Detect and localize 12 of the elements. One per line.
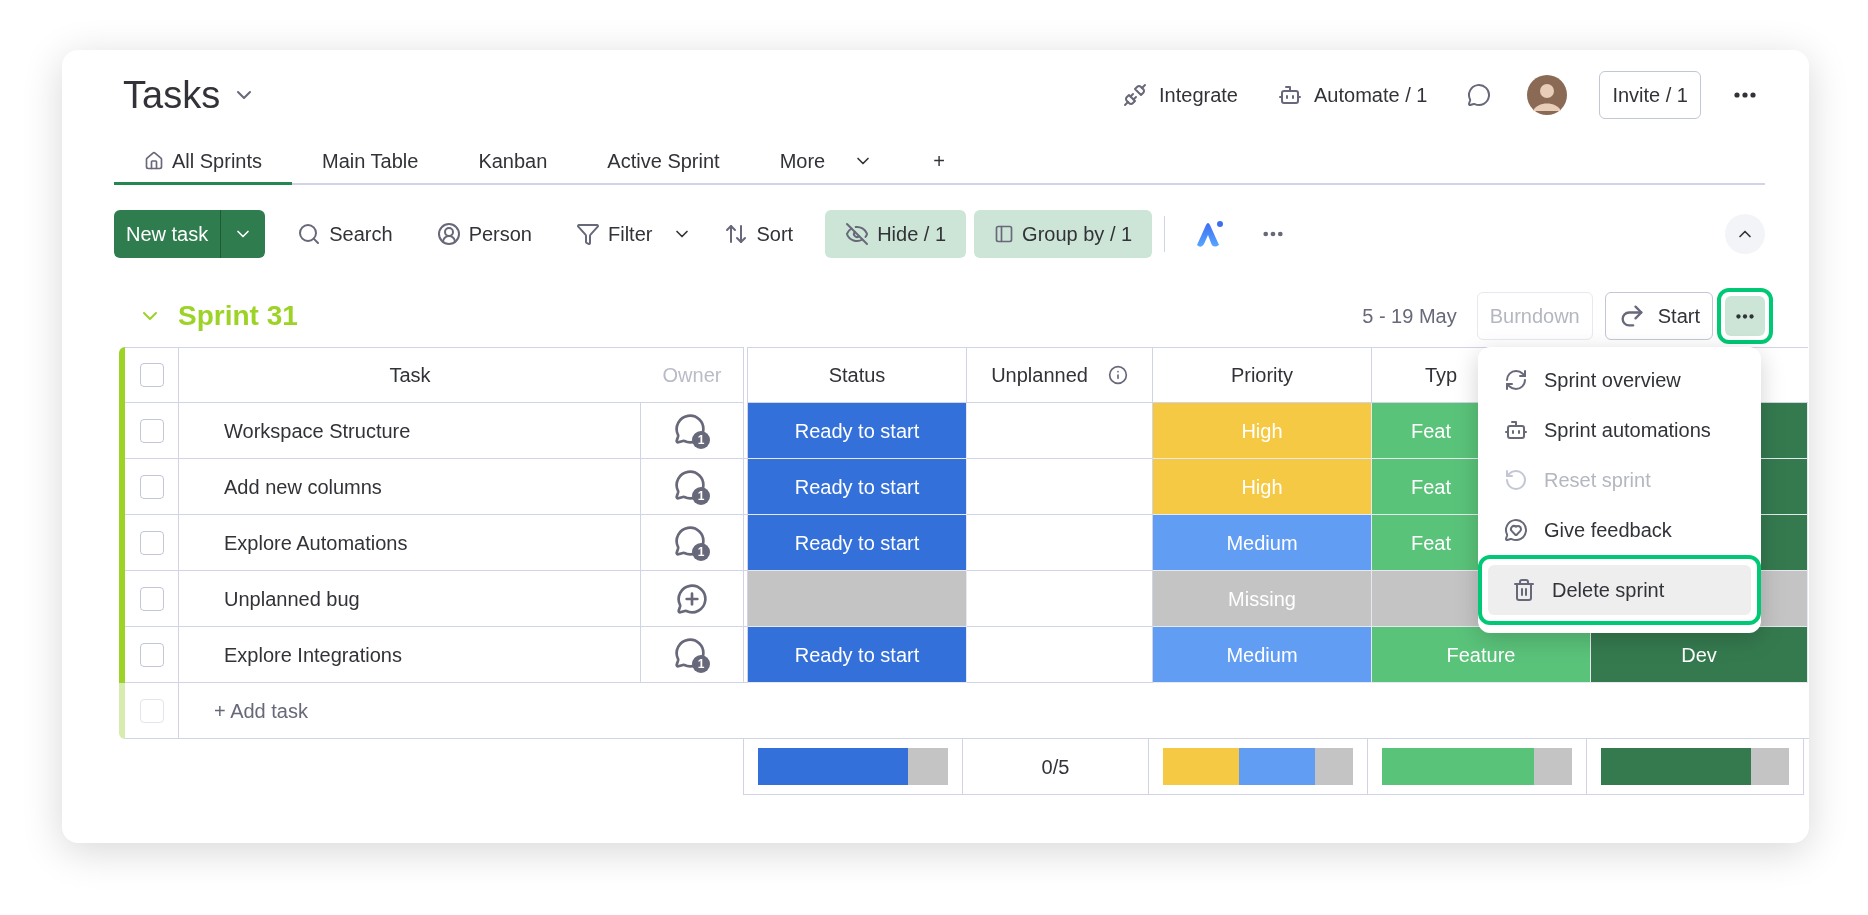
unplanned-summary: 0/5 <box>1041 754 1070 780</box>
column-header: Unplanned <box>991 363 1088 388</box>
column-header: Typ <box>1425 363 1458 388</box>
count-badge: 1 <box>692 486 710 505</box>
board-title: Tasks <box>123 76 221 114</box>
group-title: Sprint 31 <box>178 299 298 333</box>
sprint-dates: 5 - 19 May <box>1362 304 1457 329</box>
count-badge: 1 <box>692 654 710 673</box>
column-header: Task <box>179 347 641 403</box>
column-header: Owner <box>641 347 743 403</box>
count-badge: 1 <box>692 542 710 561</box>
count-badge: 1 <box>692 430 710 449</box>
